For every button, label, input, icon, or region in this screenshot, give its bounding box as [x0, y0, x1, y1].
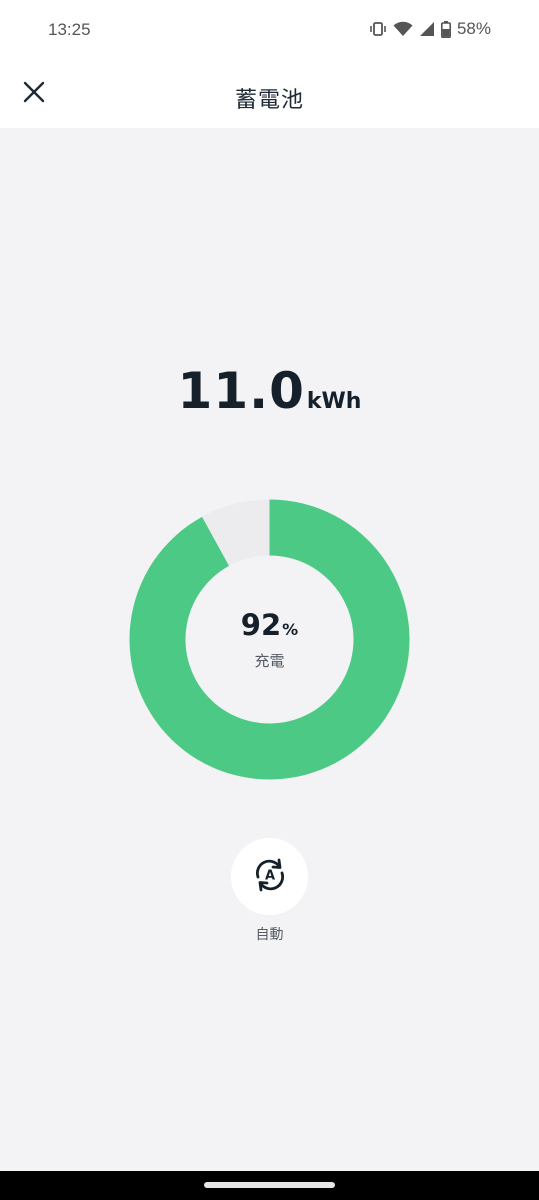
- donut-center: 92% 充電: [129, 608, 410, 671]
- auto-mode-label: 自動: [255, 927, 284, 943]
- status-icons: 58%: [369, 19, 491, 39]
- energy-readout: 11.0kWh: [0, 362, 539, 420]
- wifi-icon: [393, 21, 413, 37]
- signal-icon: [419, 21, 435, 37]
- auto-mode-icon: A: [252, 857, 288, 897]
- charge-percent: 92: [240, 608, 282, 642]
- battery-charge-donut: 92% 充電: [129, 499, 410, 780]
- status-time: 13:25: [48, 20, 91, 39]
- battery-icon: [440, 20, 451, 38]
- app-bar: 蓄電池: [0, 60, 539, 128]
- energy-value: 11.0: [177, 362, 305, 420]
- energy-unit: kWh: [306, 389, 362, 414]
- navigation-bar: [0, 1171, 539, 1200]
- charge-percent-unit: %: [282, 620, 299, 639]
- charge-state-label: 充電: [254, 652, 285, 670]
- page-title: 蓄電池: [234, 88, 304, 113]
- auto-mode-letter: A: [264, 868, 274, 883]
- vibrate-icon: [369, 21, 387, 37]
- battery-percent: 58%: [456, 19, 491, 38]
- status-bar: 13:25 58%: [0, 0, 539, 60]
- auto-mode-button[interactable]: A: [231, 838, 308, 915]
- home-indicator[interactable]: [204, 1182, 335, 1188]
